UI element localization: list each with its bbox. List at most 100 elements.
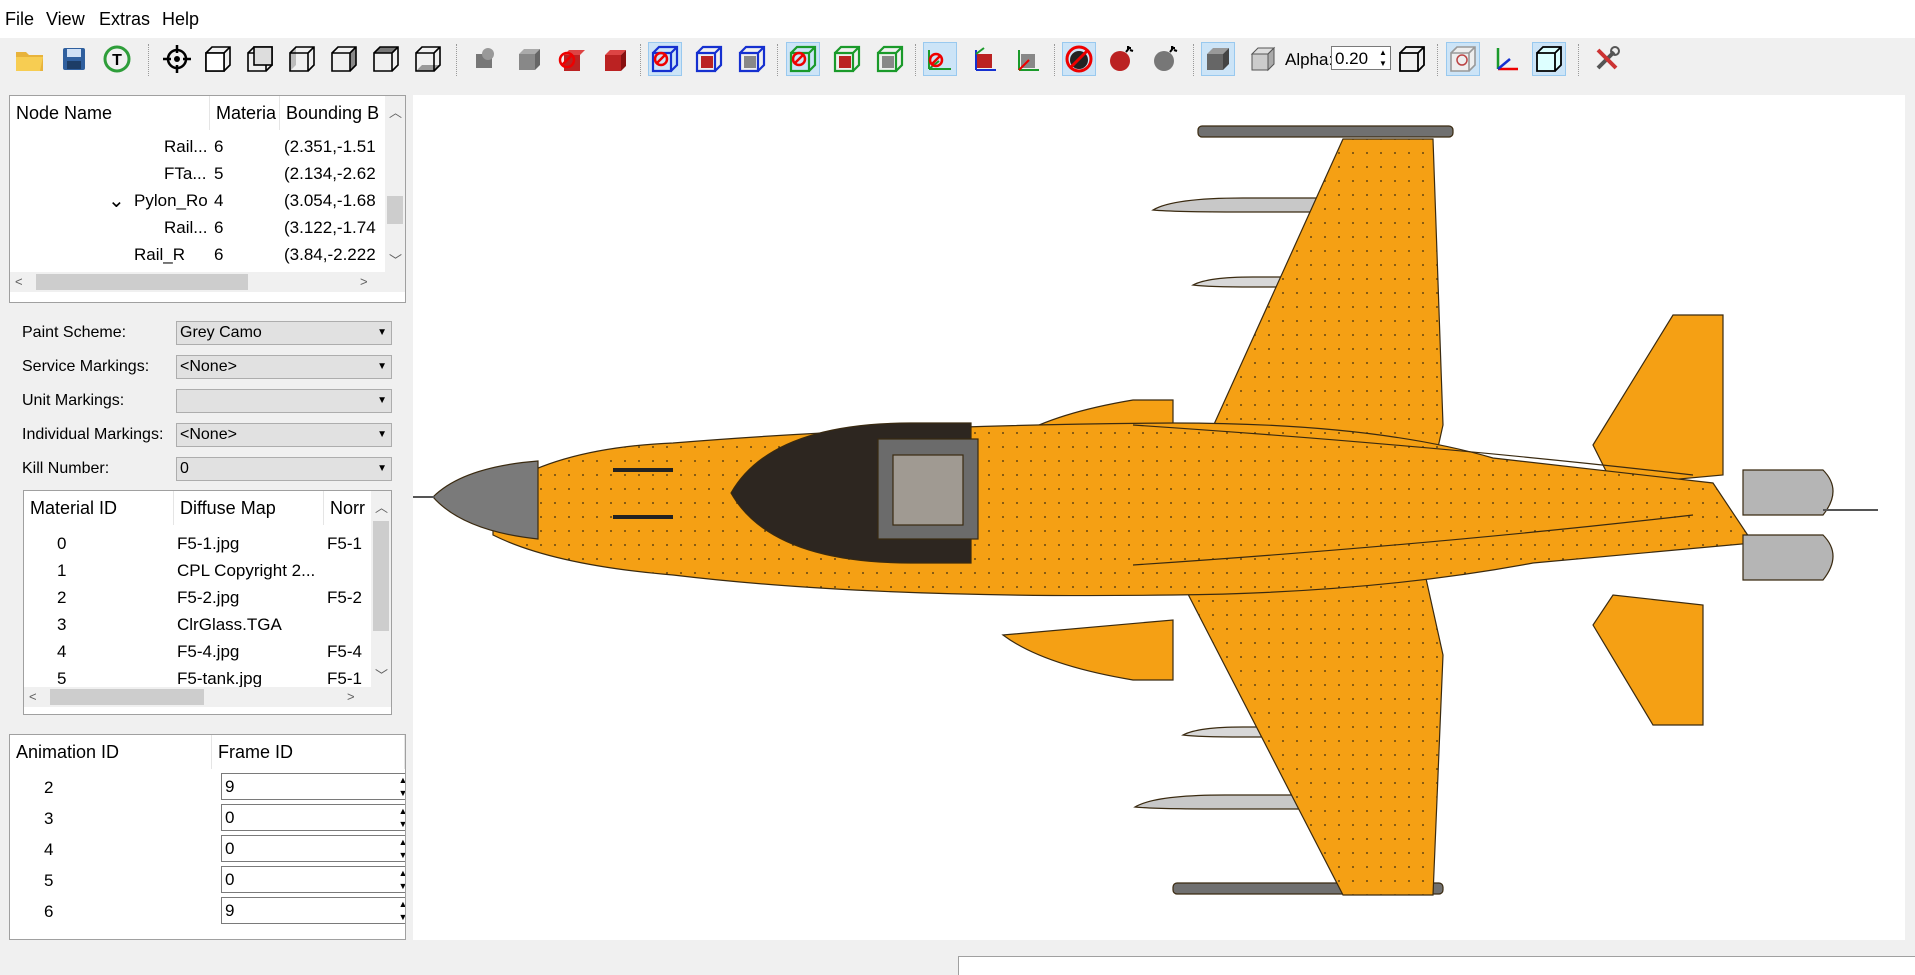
column-header-node-name[interactable]: Node Name [10, 96, 210, 130]
scroll-right-icon[interactable]: > [347, 689, 355, 704]
frame-id-spinbox[interactable]: 9 ▲▼ [221, 897, 405, 924]
unit-markings-select[interactable]: ▼ [176, 389, 392, 413]
axes-red-icon[interactable] [923, 42, 957, 76]
animation-id: 6 [44, 902, 54, 921]
center-view-icon[interactable] [160, 42, 194, 76]
axes-box-icon[interactable] [968, 42, 1002, 76]
nozzle-top [1742, 469, 1834, 516]
bomb-gray-icon[interactable] [1150, 42, 1184, 76]
column-header-material-id[interactable]: Material ID [24, 491, 174, 525]
wireframe-icon[interactable] [1395, 42, 1429, 76]
column-header-diffuse-map[interactable]: Diffuse Map [174, 491, 324, 525]
alpha-spin-arrows[interactable]: ▲ ▼ [1376, 47, 1390, 69]
save-icon[interactable] [57, 42, 91, 76]
cube-outline-icon[interactable] [1532, 42, 1566, 76]
alpha-spinbox[interactable]: 0.20 ▲ ▼ [1331, 46, 1391, 70]
menu-file[interactable]: File [5, 9, 34, 30]
view-top-icon[interactable] [369, 42, 403, 76]
spin-arrows[interactable]: ▲▼ [396, 898, 405, 923]
bounding-box-icon[interactable] [1446, 42, 1480, 76]
node-name: Rail_R [134, 245, 186, 264]
scroll-up-icon[interactable]: ︿ [375, 497, 388, 516]
hide-red-icon[interactable] [555, 42, 589, 76]
scroll-thumb[interactable] [36, 274, 248, 290]
materials-horizontal-scrollbar[interactable]: < > [24, 687, 391, 707]
3d-viewport[interactable] [413, 95, 1905, 940]
kill-number-select[interactable]: 0 ▼ [176, 457, 392, 481]
open-folder-icon[interactable] [13, 42, 47, 76]
node-material: 6 [214, 137, 224, 156]
material-id: 1 [57, 561, 67, 580]
column-header-bounding-box[interactable]: Bounding B [280, 96, 387, 130]
scroll-thumb[interactable] [387, 196, 403, 224]
animation-id: 4 [44, 840, 54, 859]
scroll-right-icon[interactable]: > [360, 274, 368, 289]
spin-arrows[interactable]: ▲▼ [396, 805, 405, 830]
scroll-left-icon[interactable]: < [15, 274, 23, 289]
axes-green-icon[interactable] [1011, 42, 1045, 76]
toggle-blue-wire-icon[interactable] [648, 42, 682, 76]
node-material: 6 [214, 245, 224, 264]
column-header-material[interactable]: Materia [210, 96, 280, 130]
show-red-icon[interactable] [597, 42, 631, 76]
kill-number-label: Kill Number: [22, 460, 110, 477]
toggle-green-gray-icon[interactable] [873, 42, 907, 76]
bomb-icon[interactable] [1106, 42, 1140, 76]
diffuse-map: F5-2.jpg [177, 588, 240, 607]
tree-vertical-scrollbar[interactable]: ︿ ﹀ [385, 96, 405, 272]
frame-id-spinbox[interactable]: 0 ▲▼ [221, 866, 405, 893]
transparent-shading-icon[interactable] [1246, 42, 1280, 76]
view-right-icon[interactable] [327, 42, 361, 76]
chevron-down-icon[interactable]: ⌄ [108, 188, 125, 213]
view-bottom-icon[interactable] [411, 42, 445, 76]
normal-map: F5-1 [327, 669, 362, 688]
settings-tools-icon[interactable] [1590, 42, 1624, 76]
view-back-icon[interactable] [243, 42, 277, 76]
solid-shading-icon[interactable] [1201, 42, 1235, 76]
scroll-thumb[interactable] [50, 689, 204, 705]
frame-id-spinbox[interactable]: 9 ▲▼ [221, 773, 405, 800]
node-bbox: (3.054,-1.68 [284, 191, 376, 210]
spin-arrows[interactable]: ▲▼ [396, 867, 405, 892]
view-left-icon[interactable] [285, 42, 319, 76]
materials-vertical-scrollbar[interactable]: ︿ ﹀ [371, 491, 391, 687]
toolbar: T Alpha: 0.20 ▲ ▼ [0, 38, 1915, 80]
spin-arrows[interactable]: ▲▼ [396, 836, 405, 861]
no-bomb-icon[interactable] [1062, 42, 1096, 76]
scroll-down-icon[interactable]: ﹀ [389, 250, 402, 269]
reload-texture-icon[interactable]: T [100, 42, 134, 76]
materials-table: Material ID Diffuse Map Norr 0 F5-1.jpg … [23, 490, 392, 715]
scroll-thumb[interactable] [373, 521, 389, 631]
menu-extras[interactable]: Extras [99, 9, 150, 30]
toggle-green-solid-icon[interactable] [830, 42, 864, 76]
normal-map: F5-2 [327, 588, 362, 607]
toggle-blue-solid-icon[interactable] [692, 42, 726, 76]
frame-id-spinbox[interactable]: 0 ▲▼ [221, 804, 405, 831]
individual-markings-select[interactable]: <None> ▼ [176, 423, 392, 447]
column-header-frame-id[interactable]: Frame ID [212, 735, 405, 769]
node-name: Rail... [164, 137, 208, 156]
column-header-normal-map[interactable]: Norr [324, 491, 373, 525]
svg-text:T: T [112, 52, 122, 69]
menu-help[interactable]: Help [162, 9, 199, 30]
view-front-icon[interactable] [201, 42, 235, 76]
hide-gray-icon[interactable] [468, 42, 502, 76]
service-markings-select[interactable]: <None> ▼ [176, 355, 392, 379]
node-material: 5 [214, 164, 224, 183]
frame-id-value: 0 [225, 870, 235, 889]
show-gray-icon[interactable] [512, 42, 546, 76]
frame-id-spinbox[interactable]: 0 ▲▼ [221, 835, 405, 862]
column-header-animation-id[interactable]: Animation ID [10, 735, 212, 769]
spin-arrows[interactable]: ▲▼ [396, 774, 405, 799]
toggle-blue-gray-icon[interactable] [735, 42, 769, 76]
scroll-up-icon[interactable]: ︿ [389, 102, 402, 121]
scroll-left-icon[interactable]: < [29, 689, 37, 704]
toggle-green-wire-icon[interactable] [786, 42, 820, 76]
menu-view[interactable]: View [46, 9, 85, 30]
nose-cone [432, 460, 539, 540]
tree-horizontal-scrollbar[interactable]: < > [10, 272, 405, 292]
paint-scheme-select[interactable]: Grey Camo ▼ [176, 321, 392, 345]
scroll-down-icon[interactable]: ﹀ [375, 665, 388, 684]
frame-id-value: 9 [225, 901, 235, 920]
axes-icon[interactable] [1490, 42, 1524, 76]
